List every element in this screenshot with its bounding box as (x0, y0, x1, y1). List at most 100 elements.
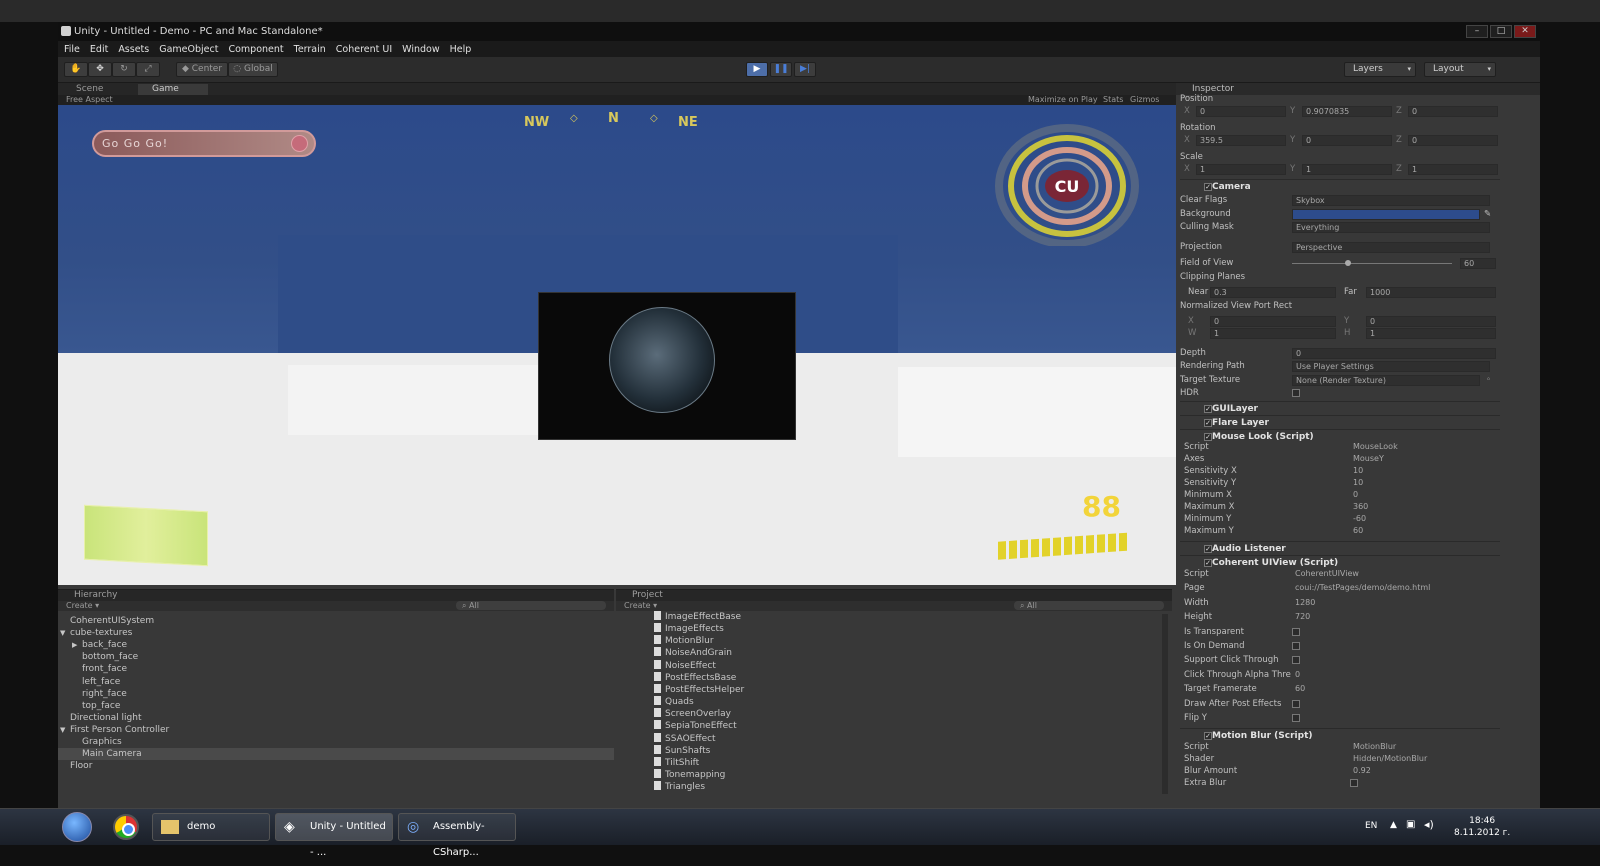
menu-gameobject[interactable]: GameObject (159, 44, 218, 55)
rotate-tool-icon[interactable]: ↻ (112, 62, 136, 77)
hierarchy-search-input[interactable]: ⌕ All (456, 601, 606, 610)
fov-field[interactable]: 60 (1460, 258, 1496, 269)
flare-layer-enabled-checkbox[interactable]: ✓ (1204, 419, 1212, 427)
hand-tool-icon[interactable]: ✋ (64, 62, 88, 77)
rendering-path-dropdown[interactable]: Use Player Settings (1292, 361, 1490, 372)
viewport-y-field[interactable]: 0 (1366, 316, 1496, 327)
viewport-x-field[interactable]: 0 (1210, 316, 1336, 327)
expanded-arrow-icon[interactable]: ▼ (60, 724, 65, 736)
project-search-input[interactable]: ⌕ All (1014, 601, 1164, 610)
aspect-dropdown[interactable]: Free Aspect (66, 95, 113, 105)
mouse-look-prop-field[interactable]: 10 (1350, 466, 1490, 477)
chrome-icon[interactable] (113, 814, 139, 840)
menu-coherent-ui[interactable]: Coherent UI (336, 44, 392, 55)
object-picker-icon[interactable]: ◦ (1486, 374, 1491, 387)
background-color-field[interactable] (1292, 209, 1480, 220)
volume-icon[interactable]: ◂) (1424, 818, 1434, 831)
coherent-prop-checkbox[interactable] (1292, 627, 1300, 636)
clock[interactable]: 18:46 8.11.2012 г. (1454, 815, 1510, 839)
coherent-prop-field[interactable]: 720 (1292, 612, 1496, 623)
scale-y-field[interactable]: 1 (1302, 164, 1392, 175)
hierarchy-item[interactable]: CoherentUISystem (58, 615, 614, 627)
hierarchy-item[interactable]: top_face (58, 700, 614, 712)
coherent-prop-field[interactable]: CoherentUIView (1292, 569, 1496, 580)
network-icon[interactable]: ▣ (1406, 819, 1415, 830)
audio-listener-enabled-checkbox[interactable]: ✓ (1204, 545, 1212, 553)
game-view[interactable]: Go Go Go! NW ◇ N ◇ NE CU 88 (58, 105, 1176, 585)
position-y-field[interactable]: 0.9070835 (1302, 106, 1392, 117)
coherent-prop-checkbox[interactable] (1292, 714, 1300, 722)
motion-blur-enabled-checkbox[interactable]: ✓ (1204, 732, 1212, 740)
coherent-enabled-checkbox[interactable]: ✓ (1204, 559, 1212, 567)
mouse-look-enabled-checkbox[interactable]: ✓ (1204, 433, 1212, 441)
culling-dropdown[interactable]: Everything (1292, 222, 1490, 233)
mouse-look-prop-field[interactable]: -60 (1350, 514, 1490, 525)
coherent-prop-field[interactable]: coui://TestPages/demo/demo.html (1292, 583, 1496, 594)
collapsed-arrow-icon[interactable]: ▶ (72, 639, 77, 651)
motion-blur-prop-field[interactable]: 0.92 (1350, 766, 1490, 777)
hdr-checkbox[interactable] (1292, 389, 1300, 397)
near-field[interactable]: 0.3 (1210, 287, 1336, 298)
position-z-field[interactable]: 0 (1408, 106, 1498, 117)
stats-toggle[interactable]: Stats (1103, 95, 1123, 105)
project-item[interactable]: NoiseEffect (654, 659, 716, 672)
maximize-on-play-toggle[interactable]: Maximize on Play (1028, 95, 1098, 105)
project-item[interactable]: PostEffectsBase (654, 671, 736, 684)
project-scrollbar[interactable] (1162, 614, 1168, 794)
layers-dropdown[interactable]: Layers ▾ (1344, 62, 1416, 77)
mouse-look-prop-field[interactable]: 360 (1350, 502, 1490, 513)
hierarchy-item[interactable]: Floor (58, 760, 614, 772)
rotation-x-field[interactable]: 359.5 (1196, 135, 1286, 146)
project-item[interactable]: MotionBlur (654, 635, 714, 647)
fov-slider-thumb[interactable] (1345, 260, 1351, 266)
close-icon[interactable]: ✕ (1514, 25, 1536, 38)
project-item[interactable]: Quads (654, 696, 694, 708)
project-item[interactable]: Triangles (654, 781, 705, 793)
eyedropper-icon[interactable]: ✎ (1484, 208, 1491, 221)
menu-file[interactable]: File (64, 44, 80, 55)
camera-enabled-checkbox[interactable]: ✓ (1204, 183, 1212, 191)
project-item[interactable]: NoiseAndGrain (654, 647, 732, 659)
project-item[interactable]: ScreenOverlay (654, 708, 731, 720)
hierarchy-item[interactable]: Main Camera (58, 748, 614, 761)
hierarchy-item[interactable]: front_face (58, 663, 614, 675)
hierarchy-item[interactable]: ▶ back_face (58, 639, 614, 651)
pivot-center-button[interactable]: ◆ Center (176, 62, 228, 77)
scale-tool-icon[interactable]: ⤢ (136, 62, 160, 77)
pivot-global-button[interactable]: ◌ Global (228, 62, 278, 77)
scale-x-field[interactable]: 1 (1196, 164, 1286, 175)
motion-blur-prop-field[interactable]: MotionBlur (1350, 742, 1490, 753)
coherent-prop-checkbox[interactable] (1292, 642, 1300, 650)
maximize-icon[interactable]: □ (1490, 25, 1512, 38)
target-texture-field[interactable]: None (Render Texture) (1292, 375, 1480, 386)
mouse-look-prop-field[interactable]: 10 (1350, 478, 1490, 489)
rotation-y-field[interactable]: 0 (1302, 135, 1392, 146)
project-item[interactable]: SepiaToneEffect (654, 720, 737, 732)
depth-field[interactable]: 0 (1292, 348, 1496, 359)
coherent-uiview-component-header[interactable]: ✓ Coherent UIView (Script) (1180, 555, 1500, 569)
taskbar-unity[interactable]: ◈ Unity - Untitled - ... (275, 813, 393, 858)
menu-component[interactable]: Component (228, 44, 283, 55)
coherent-prop-field[interactable]: 1280 (1292, 598, 1496, 609)
guilayer-enabled-checkbox[interactable]: ✓ (1204, 405, 1212, 413)
mouse-look-prop-field[interactable]: 0 (1350, 490, 1490, 501)
coherent-prop-field[interactable]: 0 (1292, 670, 1496, 681)
menu-assets[interactable]: Assets (118, 44, 149, 55)
step-icon[interactable]: ▶| (794, 62, 816, 77)
viewport-h-field[interactable]: 1 (1366, 328, 1496, 339)
tab-project[interactable]: Project (616, 590, 1172, 601)
position-x-field[interactable]: 0 (1196, 106, 1286, 117)
scale-z-field[interactable]: 1 (1408, 164, 1498, 175)
coherent-prop-field[interactable]: 60 (1292, 684, 1496, 695)
mouse-look-prop-field[interactable]: MouseLook (1350, 442, 1490, 453)
hierarchy-item[interactable]: Directional light (58, 712, 614, 724)
mouse-look-prop-field[interactable]: MouseY (1350, 454, 1490, 465)
language-indicator[interactable]: EN (1365, 821, 1377, 831)
project-item[interactable]: Tonemapping (654, 768, 725, 781)
play-icon[interactable]: ▶ (746, 62, 768, 77)
taskbar-assembly[interactable]: ◎ Assembly-CSharp... (398, 813, 516, 858)
camera-component-header[interactable]: ✓ Camera (1180, 179, 1500, 193)
coherent-prop-checkbox[interactable] (1292, 699, 1300, 708)
project-item[interactable]: SSAOEffect (654, 732, 716, 745)
tray-expand-icon[interactable]: ▲ (1390, 820, 1397, 830)
